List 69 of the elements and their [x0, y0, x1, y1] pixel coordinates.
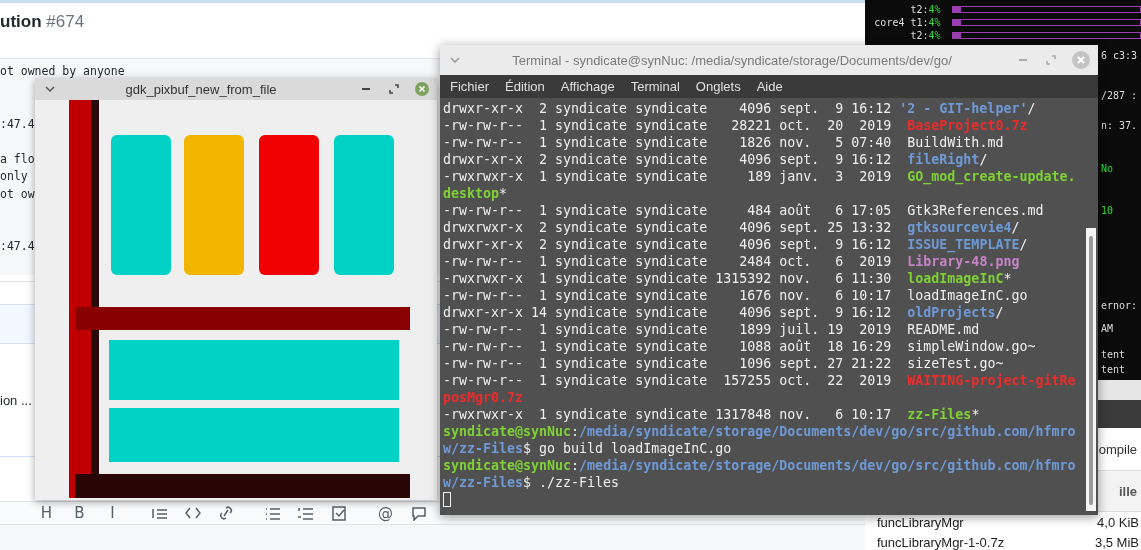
terminal-line: -rw-rw-r-- 1 syndicate syndicate 157255 oct. 22 2019 WAITING-project-gitReposMgr0.7z: [443, 372, 1077, 406]
menu-item[interactable]: Édition: [497, 79, 553, 94]
file-size: 3,5 MiB: [1094, 534, 1139, 550]
code-line: only: [0, 168, 28, 185]
path-text: ompile: [1098, 441, 1137, 457]
reply-icon[interactable]: [409, 505, 428, 521]
terminal-line: -rw-rw-r-- 1 syndicate syndicate 1088 août 18 16:29 simpleWindow.go~: [443, 338, 1037, 355]
terminal-line: -rw-rw-r-- 1 syndicate syndicate 28221 oct. 20 2019 BaseProject0.7z: [443, 117, 1029, 134]
terminal-line: -rwxrwxr-x 1 syndicate syndicate 1315392 nov. 6 11:30 loadImageInC*: [443, 270, 1013, 287]
menu-item[interactable]: Onglets: [687, 79, 749, 94]
core-label: core4 t1:: [873, 17, 929, 28]
menu-item[interactable]: Terminal: [622, 79, 688, 94]
window-title: gdk_pixbuf_new_from_file: [124, 81, 278, 97]
code-line: :47.4: [0, 238, 35, 255]
code-line: ot owned by anyone: [0, 63, 125, 80]
core-usage: 4%: [928, 17, 942, 28]
terminal-line: -rw-rw-r-- 1 syndicate syndicate 484 août 6 17:05 Gtk3References.md: [443, 202, 1045, 219]
menu-item[interactable]: Affichage: [552, 79, 623, 94]
code-icon[interactable]: [183, 505, 202, 521]
row-text: ion ...: [0, 392, 32, 408]
menu-item[interactable]: Aide: [748, 79, 791, 94]
terminal-line: -rw-rw-r-- 1 syndicate syndicate 2484 oct. 6 2019 Library-48.png: [443, 253, 1021, 270]
monitor-text: AM: [1101, 323, 1114, 334]
monitor-text: tent: [1101, 364, 1126, 375]
code-line: ot ow: [0, 185, 35, 203]
terminal-line: -rwxrwxr-x 1 syndicate syndicate 189 janv. 3 2019 GO_mod_create-update.desktop*: [443, 168, 1077, 202]
terminal-line: syndicate@synNuc:/media/syndicate/storage/Documents/dev/go/src/github.com/hfmrow/zz-Files$ ./zz-Files: [443, 457, 1077, 491]
monitor-text: n: 37.: [1101, 120, 1138, 131]
menu-item[interactable]: Fichier: [442, 79, 497, 94]
file-name[interactable]: funcLibraryMgr: [877, 514, 964, 530]
monitor-text: ernor:: [1101, 300, 1138, 311]
bullets-icon[interactable]: [263, 505, 282, 521]
monitor-text: /287 :: [1101, 90, 1138, 101]
code-line: a flo: [0, 150, 35, 168]
terminal-line: drwxr-xr-x 2 syndicate syndicate 4096 sept. 9 16:12 ISSUE_TEMPLATE/: [443, 236, 1029, 253]
toolbar-button[interactable]: I: [96, 504, 129, 522]
terminal-line: drwxrwxr-x 2 syndicate syndicate 4096 sept. 25 13:32 gtksourcevie4/: [443, 219, 1021, 236]
column-header[interactable]: ille: [1118, 483, 1137, 499]
task-icon[interactable]: [329, 505, 348, 521]
terminal-line: drwxr-xr-x 2 syndicate syndicate 4096 sept. 9 16:12 '2 - GIT-helper'/: [443, 100, 1037, 117]
core-usage: 4%: [928, 30, 942, 41]
issue-title: ution #674: [0, 12, 85, 31]
scrollbar[interactable]: [1086, 228, 1096, 511]
toolbar-button[interactable]: B: [63, 504, 96, 522]
terminal-line: -rwxrwxr-x 1 syndicate syndicate 1317848 nov. 6 10:17 zz-Files*: [443, 406, 981, 423]
core-label: t2:: [909, 4, 929, 15]
file-name[interactable]: funcLibraryMgr-1-0.7z: [877, 534, 1005, 550]
code-line: :47.4: [0, 115, 35, 133]
maximize-icon[interactable]: [387, 82, 401, 96]
terminal-line: -rw-rw-r-- 1 syndicate syndicate 1826 nov. 5 07:40 BuildWith.md: [443, 134, 1005, 151]
monitor-text: 6 c3:3: [1101, 50, 1138, 61]
terminal-line: syndicate@synNuc:/media/syndicate/storage/Documents/dev/go/src/github.com/hfmrow/zz-Files$ go build loadImageInC.go: [443, 423, 1077, 457]
window-title: Terminal - syndicate@synNuc: /media/syndicate/storage/Documents/dev/go/: [511, 52, 953, 68]
monitor-text: tent: [1101, 349, 1126, 360]
cursor: [443, 492, 451, 507]
toolbar-button[interactable]: H: [30, 504, 63, 522]
core-label: t2:: [909, 30, 929, 41]
file-size: 4,0 KiB: [1097, 514, 1139, 530]
monitor-text: No: [1101, 163, 1114, 174]
terminal-line: -rw-rw-r-- 1 syndicate syndicate 1096 sept. 27 21:22 sizeTest.go~: [443, 355, 1005, 372]
toolbar-button[interactable]: @: [369, 504, 402, 522]
numbers-icon[interactable]: [296, 505, 315, 521]
terminal-line: -rw-rw-r-- 1 syndicate syndicate 1676 nov. 6 10:17 loadImageInC.go: [443, 287, 1029, 304]
terminal-line: drwxr-xr-x 2 syndicate syndicate 4096 sept. 9 16:12 fileRight/: [443, 151, 989, 168]
terminal-line: -rw-rw-r-- 1 syndicate syndicate 1899 juil. 19 2019 README.md: [443, 321, 981, 338]
monitor-text: 10: [1101, 205, 1114, 216]
close-icon[interactable]: [415, 82, 429, 96]
core-usage: 4%: [928, 4, 942, 15]
terminal-line: drwxr-xr-x 14 syndicate syndicate 4096 sept. 9 16:12 oldProjects/: [443, 304, 1005, 321]
